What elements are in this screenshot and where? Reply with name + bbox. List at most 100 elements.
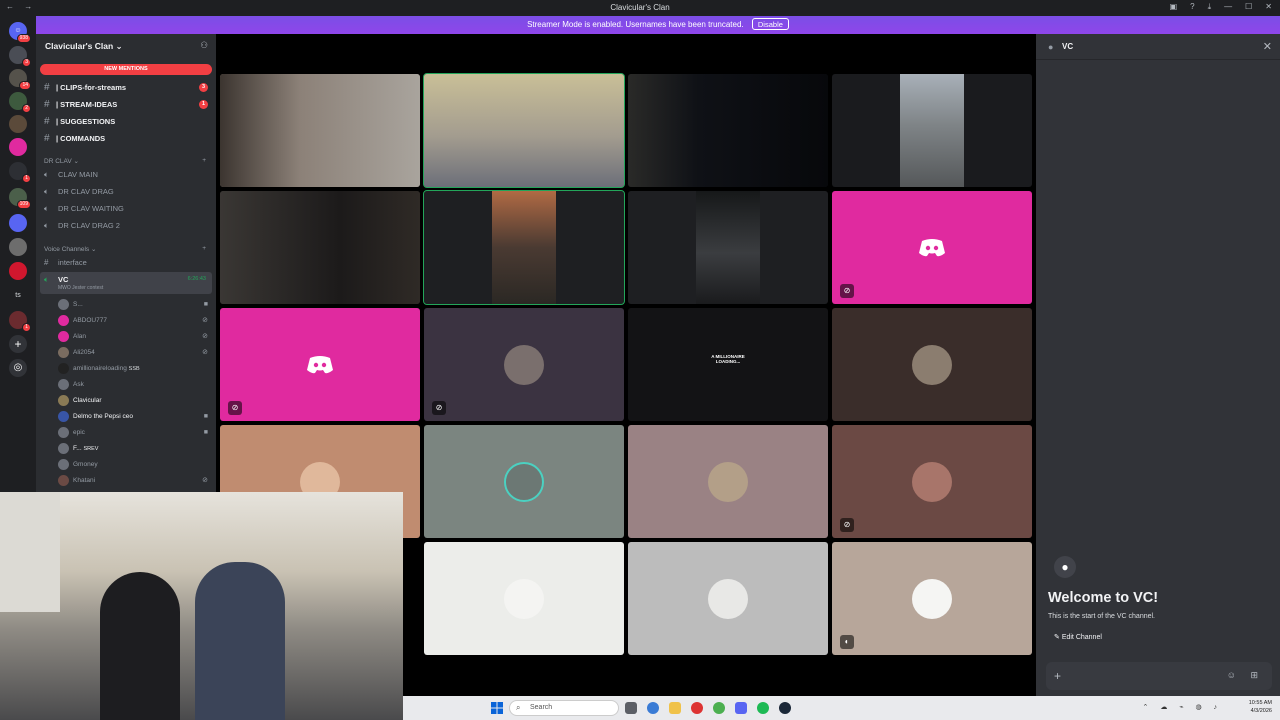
server-icon[interactable] [9, 214, 27, 232]
avatar [708, 578, 748, 619]
video-tile[interactable] [832, 308, 1032, 421]
channel-suggestions[interactable]: # | SUGGESTIONS [44, 114, 210, 129]
clock[interactable]: 10:55 AM 4/3/2026 [1249, 699, 1272, 715]
muted-icon: ⊘ [202, 317, 208, 324]
discord-taskbar-icon[interactable] [735, 702, 747, 714]
video-tile[interactable]: A MILLIONAIRE LOADING... [628, 308, 828, 421]
disable-button[interactable]: Disable [751, 18, 789, 30]
video-tile[interactable] [832, 74, 1032, 187]
category-voice[interactable]: Voice Channels ⌄ + [44, 245, 210, 253]
server-icon[interactable]: 1 [9, 311, 31, 332]
home-mention-badge: 938 [16, 34, 31, 43]
avatar [504, 578, 544, 619]
video-tile[interactable] [628, 191, 828, 304]
server-icon[interactable]: 1 [9, 162, 31, 183]
voice-member[interactable]: S... ■ [58, 297, 208, 313]
channel-label: DR CLAV DRAG 2 [58, 221, 120, 230]
server-icon[interactable] [9, 115, 27, 133]
webcam-person [195, 562, 285, 720]
voice-channel[interactable]: 🔈︎ DR CLAV DRAG 2 [44, 218, 210, 233]
video-tile[interactable] [628, 425, 828, 538]
server-ts[interactable]: ts [9, 287, 27, 305]
add-channel-icon[interactable]: + [202, 157, 206, 164]
channel-commands[interactable]: # | COMMANDS [44, 131, 210, 146]
voice-member[interactable]: Delmo the Pepsi ceo ■ [58, 409, 208, 425]
taskbar-search[interactable]: ⌕ Search [509, 700, 619, 716]
video-tile[interactable] [423, 190, 625, 305]
minimize-button[interactable]: — [1224, 2, 1232, 12]
edge-icon[interactable] [647, 702, 659, 714]
message-input[interactable]: + ☺ ⊞ [1046, 662, 1272, 690]
voice-channel[interactable]: 🔈︎ CLAV MAIN [44, 167, 210, 182]
voice-channel[interactable]: 🔈︎ DR CLAV DRAG [44, 184, 210, 199]
video-tile[interactable] [424, 542, 624, 655]
emoji-apps-icons[interactable]: ☺ ⊞ [1227, 670, 1264, 681]
server-header[interactable]: Clavicular's Clan ⌄ ⚇ [36, 34, 216, 58]
inbox-icon[interactable]: ▣ [1170, 2, 1178, 12]
voice-member[interactable]: F... SREV [58, 441, 208, 457]
windows-start-icon[interactable] [491, 702, 503, 714]
video-tile[interactable] [628, 542, 828, 655]
app-icon[interactable] [691, 702, 703, 714]
video-tile[interactable] [628, 74, 828, 187]
voice-member[interactable]: epic ■ [58, 425, 208, 441]
server-icon[interactable] [9, 138, 27, 156]
webcam-video [0, 492, 60, 612]
spotify-icon[interactable] [757, 702, 769, 714]
video-tile[interactable]: ⊘ [424, 308, 624, 421]
video-tile[interactable]: ⊘ [832, 191, 1032, 304]
server-icon[interactable] [9, 262, 27, 280]
voice-channel[interactable]: 🔈︎ DR CLAV WAITING [44, 201, 210, 216]
voice-member[interactable]: Alan ⊘ [58, 329, 208, 345]
server-icon[interactable]: 109 [9, 188, 31, 209]
add-channel-icon[interactable]: + [202, 245, 206, 252]
video-tile[interactable] [424, 425, 624, 538]
close-icon[interactable]: ✕ [1263, 40, 1272, 53]
member-name: S... [73, 301, 83, 308]
add-member-icon[interactable]: ⚇ [200, 40, 208, 51]
attach-plus-icon[interactable]: + [1054, 669, 1061, 683]
channel-interface[interactable]: # interface [44, 255, 210, 270]
channel-clips[interactable]: # | CLIPS-for-streams 3 [44, 80, 210, 95]
discover-icon[interactable]: ◎ [9, 359, 27, 377]
active-voice-channel[interactable]: 🔈︎ VC MWO Jester contest 6:26:43 [40, 272, 212, 294]
video-tile[interactable] [220, 74, 420, 187]
channel-stream-ideas[interactable]: # | STREAM-IDEAS 1 [44, 97, 210, 112]
chrome-icon[interactable] [713, 702, 725, 714]
video-tile[interactable]: ⊘ [220, 308, 420, 421]
new-mentions-pill[interactable]: NEW MENTIONS [40, 64, 212, 75]
video-tile[interactable]: ◐ [832, 542, 1032, 655]
voice-member[interactable]: Gmoney [58, 457, 208, 473]
maximize-button[interactable]: ☐ [1245, 2, 1252, 12]
chat-header-title: VC [1062, 42, 1074, 51]
voice-member[interactable]: amillionaireloading SSB [58, 361, 208, 377]
video-tile[interactable] [220, 191, 420, 304]
server-icon[interactable]: 14 [9, 69, 31, 90]
avatar [58, 314, 69, 326]
voice-member[interactable]: Ali2054 ⊘ [58, 345, 208, 361]
video-tile[interactable]: ⊘ [832, 425, 1032, 538]
task-view-icon[interactable] [625, 702, 637, 714]
system-tray-icons[interactable]: ⌃ ☁ ⌁ ◍ ♪ [1143, 703, 1222, 711]
home-button[interactable]: ☺ 938 [9, 22, 31, 43]
video-tile[interactable] [423, 73, 625, 188]
category-label: Voice Channels [44, 246, 90, 253]
help-icon[interactable]: ? [1190, 2, 1194, 12]
voice-member[interactable]: Clavicular [58, 393, 208, 409]
avatar [58, 442, 69, 454]
speaker-icon: 🔈︎ [44, 187, 49, 196]
voice-member[interactable]: Ask [58, 377, 208, 393]
add-server-icon[interactable]: + [9, 335, 27, 353]
server-icon[interactable]: 2 [9, 92, 31, 113]
category-drclav[interactable]: DR CLAV ⌄ + [44, 157, 210, 165]
server-icon[interactable]: 3 [9, 46, 31, 67]
download-icon[interactable]: ⤓ [1208, 2, 1212, 12]
edit-channel-button[interactable]: ✎ Edit Channel [1048, 630, 1108, 644]
voice-member[interactable]: ABDOU777 ⊘ [58, 313, 208, 329]
server-icon[interactable] [9, 238, 27, 256]
file-explorer-icon[interactable] [669, 702, 681, 714]
server-badge: 14 [19, 81, 31, 90]
voice-member[interactable]: Khatani ⊘ [58, 473, 208, 489]
steam-icon[interactable] [779, 702, 791, 714]
close-window-button[interactable]: ✕ [1265, 2, 1272, 12]
